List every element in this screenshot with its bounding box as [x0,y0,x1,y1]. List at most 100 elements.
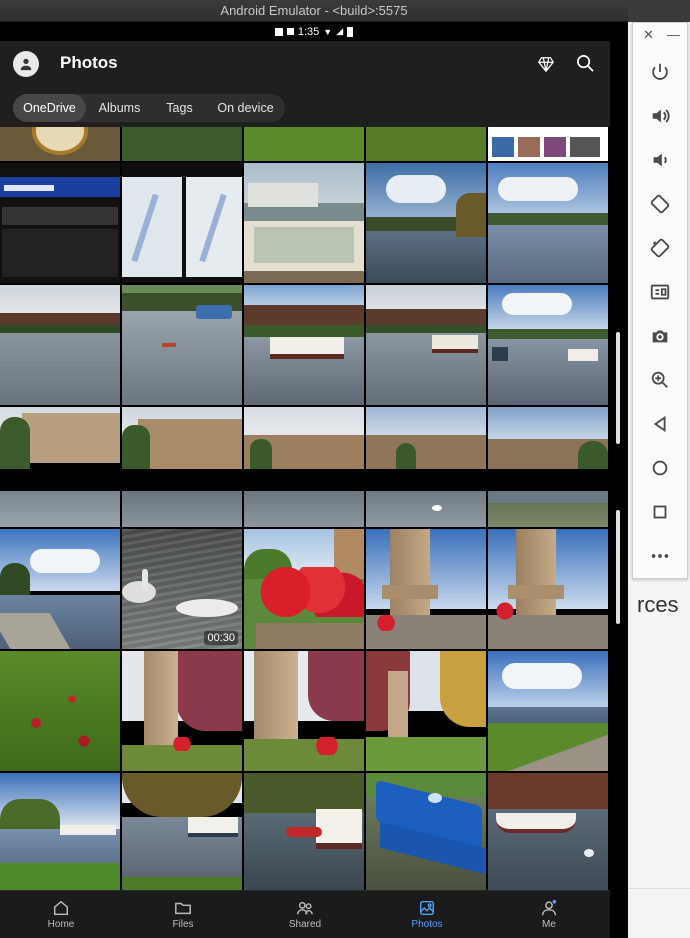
photo-thumbnail[interactable] [366,163,486,283]
person-icon [541,899,557,916]
avatar[interactable] [13,51,39,77]
nav-files[interactable]: Files [122,891,244,938]
photo-thumbnail[interactable] [488,407,608,469]
minimize-icon[interactable]: — [667,27,680,42]
nav-files-label: Files [172,919,194,930]
nav-me[interactable]: Me [488,891,610,938]
overview-icon[interactable] [643,495,677,529]
window-title: Android Emulator - <build>:5575 [220,3,408,18]
zoom-icon[interactable] [643,363,677,397]
wifi-icon: ▼ [323,26,333,37]
nav-photos-label: Photos [411,919,443,930]
photo-thumbnail[interactable] [122,491,242,527]
app-screen: Photos OneDrive Albums Tags On device 00… [0,41,610,938]
phone-device: 1:35 ▼ ◢ Photos OneDrive Albums Tags On … [0,22,628,938]
photo-thumbnail[interactable] [488,127,608,161]
background-strip [628,0,690,22]
nav-shared[interactable]: Shared [244,891,366,938]
rotate-left-icon[interactable] [643,187,677,221]
folder-icon [175,902,191,915]
nav-home-label: Home [47,919,75,930]
nav-home[interactable]: Home [0,891,122,938]
photo-thumbnail[interactable] [0,529,120,649]
photo-thumbnail[interactable] [244,127,364,161]
photo-thumbnail[interactable] [244,163,364,283]
photo-thumbnail[interactable] [0,285,120,405]
back-icon[interactable] [643,407,677,441]
nav-me-label: Me [542,919,556,930]
page-title: Photos [60,53,118,72]
app-bar: Photos OneDrive Albums Tags On device [0,41,610,127]
photo-thumbnail[interactable] [488,773,608,890]
photo-thumbnail[interactable] [122,651,242,771]
volume-down-icon[interactable] [643,143,677,177]
video-duration: 00:30 [204,631,238,645]
photo-thumbnail[interactable] [488,491,608,527]
photo-thumbnail[interactable] [0,651,120,771]
camera-icon[interactable] [643,319,677,353]
photo-thumbnail[interactable] [122,773,242,890]
photo-thumbnail[interactable] [244,773,364,890]
photo-thumbnail[interactable] [244,285,364,405]
photo-thumbnail[interactable] [488,285,608,405]
battery-icon [347,26,354,37]
emulator-edge [610,41,628,938]
photo-thumbnail[interactable] [488,163,608,283]
status-bar: 1:35 ▼ ◢ [0,22,628,41]
background-text: rces [637,592,679,617]
notification-icon [286,28,294,35]
tab-tags[interactable]: Tags [153,94,206,122]
photo-thumbnail[interactable] [366,651,486,771]
photo-thumbnail[interactable] [488,651,608,771]
photo-thumbnail[interactable] [122,407,242,469]
photo-thumbnail[interactable] [0,773,120,890]
photo-thumbnail[interactable] [0,127,120,161]
screenshot-icon[interactable] [643,275,677,309]
home-icon [53,900,69,916]
power-icon[interactable] [643,55,677,89]
photo-thumbnail[interactable] [244,651,364,771]
photo-thumbnail[interactable] [366,491,486,527]
photo-icon [419,900,435,916]
photo-thumbnail[interactable] [366,285,486,405]
background-divider [628,888,690,889]
volume-up-icon[interactable] [643,99,677,133]
more-icon[interactable] [643,539,677,573]
photo-thumbnail[interactable] [122,163,242,283]
tab-onedrive[interactable]: OneDrive [13,94,86,122]
video-thumbnail[interactable]: 00:30 [122,529,242,649]
signal-icon: ◢ [336,26,344,36]
tab-albums[interactable]: Albums [86,94,153,122]
bottom-navigation: Home Files Shared Photos Me [0,890,610,938]
photo-thumbnail[interactable] [366,407,486,469]
emulator-side-panel: ✕ — [632,22,688,579]
photo-thumbnail[interactable] [244,491,364,527]
close-icon[interactable]: ✕ [643,27,654,43]
photo-thumbnail[interactable] [366,127,486,161]
photo-thumbnail[interactable] [0,163,120,283]
photo-thumbnail[interactable] [122,285,242,405]
person-icon [20,58,32,71]
emulator-titlebar: Android Emulator - <build>:5575 [0,0,628,22]
nav-photos[interactable]: Photos [366,891,488,938]
search-icon[interactable] [576,54,595,73]
notification-icon [274,27,283,36]
photo-thumbnail[interactable] [366,773,486,890]
photo-thumbnail[interactable] [0,407,120,469]
photo-thumbnail[interactable] [366,529,486,649]
rotate-right-icon[interactable] [643,231,677,265]
scrollbar-thumb[interactable] [616,332,620,444]
view-tabs: OneDrive Albums Tags On device [13,94,285,122]
photo-thumbnail[interactable] [488,529,608,649]
photo-thumbnail[interactable] [244,407,364,469]
scrollbar-thumb[interactable] [616,510,620,624]
premium-diamond-icon[interactable] [537,55,555,73]
tab-on-device[interactable]: On device [206,94,285,122]
people-icon [297,901,313,915]
nav-shared-label: Shared [288,919,322,930]
photo-thumbnail[interactable] [244,529,364,649]
status-time: 1:35 [297,25,320,38]
photo-thumbnail[interactable] [0,491,120,527]
photo-thumbnail[interactable] [122,127,242,161]
home-circle-icon[interactable] [643,451,677,485]
